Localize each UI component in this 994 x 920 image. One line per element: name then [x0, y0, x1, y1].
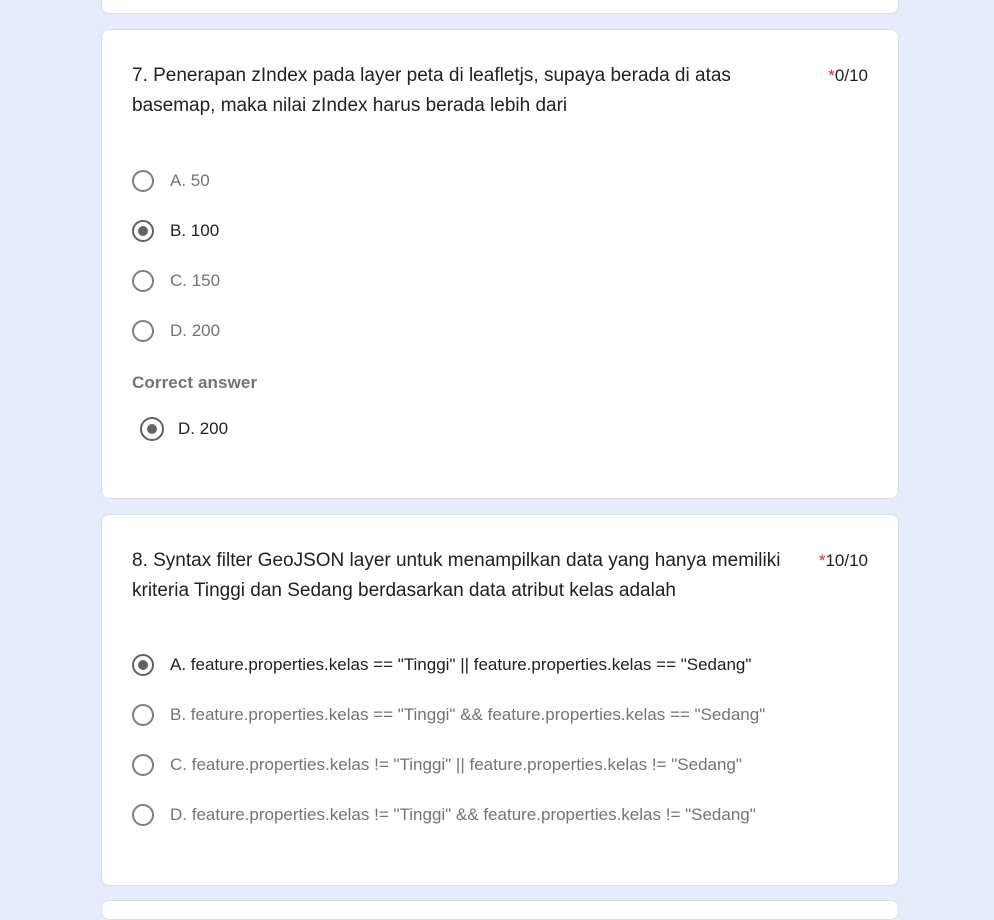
option-radio-selected[interactable]: B. 100: [132, 218, 219, 244]
option-label: B. 100: [170, 221, 220, 240]
required-asterisk: *: [828, 66, 835, 85]
radio-unchecked-icon[interactable]: [132, 754, 154, 776]
question-score: *10/10: [819, 546, 868, 576]
option-radio[interactable]: C. 150: [132, 268, 220, 294]
option-radio[interactable]: A. 50: [132, 168, 210, 194]
correct-answer-label: D. 200: [178, 419, 229, 438]
option-label: D. 200: [170, 321, 221, 340]
option-radio[interactable]: C. feature.properties.kelas != "Tinggi" …: [132, 752, 742, 778]
radio-unchecked-icon[interactable]: [132, 270, 154, 292]
score-value: 10/10: [825, 551, 868, 570]
score-value: 0/10: [834, 66, 868, 85]
question-text: 7. Penerapan zIndex pada layer peta di l…: [132, 65, 731, 116]
correct-answer-heading: Correct answer: [132, 373, 258, 392]
previous-question-card: [101, 0, 899, 14]
question-score: *0/10: [828, 61, 868, 91]
option-label: A. feature.properties.kelas == "Tinggi" …: [170, 655, 752, 674]
radio-unchecked-icon[interactable]: [132, 320, 154, 342]
question-card-8: 8. Syntax filter GeoJSON layer untuk men…: [101, 514, 899, 886]
option-label: B. feature.properties.kelas == "Tinggi" …: [170, 705, 766, 724]
next-question-card: [101, 900, 899, 920]
radio-unchecked-icon[interactable]: [132, 804, 154, 826]
option-radio[interactable]: D. feature.properties.kelas != "Tinggi" …: [132, 802, 756, 828]
option-label: A. 50: [170, 171, 210, 190]
question-text: 8. Syntax filter GeoJSON layer untuk men…: [132, 550, 781, 601]
radio-checked-icon[interactable]: [132, 654, 154, 676]
option-label: C. 150: [170, 271, 221, 290]
question-header: 8. Syntax filter GeoJSON layer untuk men…: [132, 546, 868, 606]
correct-answer-option: D. 200: [140, 417, 228, 441]
radio-unchecked-icon[interactable]: [132, 704, 154, 726]
radio-checked-icon[interactable]: [132, 220, 154, 242]
option-label: C. feature.properties.kelas != "Tinggi" …: [170, 755, 742, 774]
radio-checked-icon: [140, 417, 164, 441]
question-header: 7. Penerapan zIndex pada layer peta di l…: [132, 61, 868, 121]
option-radio[interactable]: D. 200: [132, 318, 220, 344]
option-radio-selected[interactable]: A. feature.properties.kelas == "Tinggi" …: [132, 652, 751, 678]
option-label: D. feature.properties.kelas != "Tinggi" …: [170, 805, 756, 824]
option-radio[interactable]: B. feature.properties.kelas == "Tinggi" …: [132, 702, 765, 728]
question-card-7: 7. Penerapan zIndex pada layer peta di l…: [101, 29, 899, 499]
radio-unchecked-icon[interactable]: [132, 170, 154, 192]
